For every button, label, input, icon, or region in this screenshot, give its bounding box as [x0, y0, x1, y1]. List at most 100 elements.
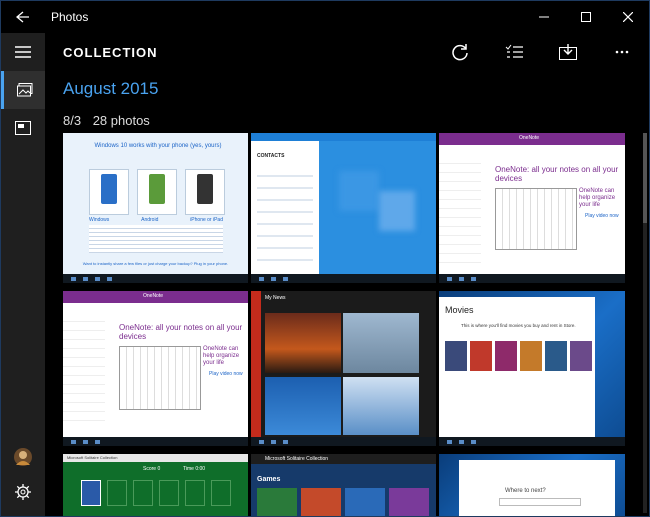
tile-title: Windows 10 works with your phone (yes, y…	[94, 143, 222, 149]
taskbar	[439, 437, 625, 446]
photo-thumbnail[interactable]: My News	[251, 291, 436, 446]
movies-window: Movies This is where you'll find movies …	[439, 297, 595, 437]
solitaire-title: Microsoft Solitaire Collection	[265, 456, 329, 462]
news-image	[343, 313, 419, 373]
movie-posters	[445, 341, 592, 371]
platform-label: Android	[141, 217, 159, 223]
date-label: 8/3	[63, 113, 82, 128]
month-heading: August 2015	[63, 79, 159, 98]
news-image	[265, 377, 341, 435]
import-icon	[559, 44, 577, 60]
photo-thumbnail[interactable]: CONTACTS	[251, 133, 436, 283]
hamburger-menu-button[interactable]	[1, 33, 45, 71]
edge-prompt: Where to next?	[505, 488, 546, 494]
collection-content: August 2015 8/3 28 photos Windows 10 wor…	[45, 71, 649, 516]
maximize-button[interactable]	[565, 1, 607, 33]
platform-label: Windows	[89, 217, 110, 223]
game-tiles	[257, 488, 429, 516]
platform-labels: Windows Android iPhone or iPad	[89, 217, 223, 223]
photo-thumbnail[interactable]: Microsoft Solitaire Collection Score 0 T…	[63, 454, 248, 516]
minimize-icon	[539, 16, 549, 18]
play-video-link: Play video now	[585, 213, 619, 219]
solitaire-score: Score 0	[143, 466, 161, 472]
contact-list	[257, 165, 313, 265]
solitaire-title: Microsoft Solitaire Collection	[67, 455, 118, 460]
minimize-button[interactable]	[523, 1, 565, 33]
blurred-area	[319, 141, 436, 275]
news-sidebar	[251, 291, 261, 446]
sketch-illustration	[495, 188, 577, 250]
card-slots	[81, 480, 231, 506]
onenote-headline: OneNote: all your notes on all your devi…	[119, 323, 243, 341]
scrollbar-thumb[interactable]	[643, 133, 647, 223]
platform-label: iPhone or iPad	[190, 217, 223, 223]
scrollbar[interactable]	[643, 133, 647, 513]
collection-icon	[16, 83, 32, 97]
edge-window: Where to next?	[459, 460, 615, 516]
refresh-icon	[452, 44, 468, 61]
photo-thumbnail[interactable]: OneNote OneNote: all your notes on all y…	[439, 133, 625, 283]
sketch-illustration	[119, 346, 201, 410]
checklist-icon	[505, 44, 523, 58]
phone-card	[185, 169, 225, 215]
back-arrow-icon	[16, 11, 29, 23]
body-text	[89, 225, 223, 253]
onenote-app-name: OneNote	[143, 293, 164, 299]
taskbar	[63, 437, 248, 446]
news-app-name: My News	[265, 295, 286, 301]
sidebar	[1, 33, 45, 516]
albums-icon	[15, 121, 31, 135]
page-list	[63, 313, 105, 423]
photo-thumbnail[interactable]: Where to next?	[439, 454, 625, 516]
photos-window: Photos COLLECTION August 2015 8/3 28 pho…	[0, 0, 650, 517]
photo-count: 28 photos	[92, 113, 150, 128]
sidebar-item-albums[interactable]	[1, 109, 45, 147]
taskbar	[251, 274, 436, 283]
import-button[interactable]	[541, 33, 595, 71]
phone-card	[137, 169, 177, 215]
date-group-header: 8/3 28 photos	[63, 113, 158, 128]
collection-header: COLLECTION	[45, 33, 649, 71]
refresh-button[interactable]	[433, 33, 487, 71]
hamburger-icon	[15, 46, 31, 58]
select-button[interactable]	[487, 33, 541, 71]
avatar	[14, 448, 32, 466]
sidebar-item-account[interactable]	[1, 438, 45, 476]
maximize-icon	[581, 12, 591, 22]
photo-thumbnail[interactable]: OneNote OneNote: all your notes on all y…	[63, 291, 248, 446]
people-header: CONTACTS	[257, 153, 285, 159]
tile-footer: Want to instantly share a few files or j…	[82, 261, 229, 266]
more-icon	[615, 50, 629, 54]
title-bar: Photos	[1, 1, 649, 33]
taskbar	[251, 437, 436, 446]
onenote-app-name: OneNote	[519, 135, 540, 141]
taskbar	[63, 274, 248, 283]
app-title: Photos	[51, 10, 89, 24]
onenote-subtext: OneNote can help organize your life	[203, 346, 240, 366]
movies-heading: Movies	[445, 305, 474, 315]
close-icon	[623, 12, 633, 22]
edge-address-box	[499, 498, 581, 506]
onenote-subtext: OneNote can help organize your life	[579, 188, 616, 208]
gear-icon	[15, 484, 31, 500]
photo-thumbnail[interactable]: Movies This is where you'll find movies …	[439, 291, 625, 446]
more-options-button[interactable]	[595, 33, 649, 71]
onenote-headline: OneNote: all your notes on all your devi…	[495, 165, 619, 183]
taskbar	[439, 274, 625, 283]
page-title: COLLECTION	[63, 44, 158, 60]
people-app-window: CONTACTS	[251, 141, 319, 275]
news-image	[265, 313, 341, 373]
settings-button[interactable]	[1, 473, 45, 511]
movies-text: This is where you'll find movies you buy…	[461, 323, 576, 328]
back-button[interactable]	[1, 1, 45, 33]
play-video-link: Play video now	[209, 371, 243, 377]
sidebar-item-collection[interactable]	[1, 71, 45, 109]
photo-thumbnail[interactable]: Microsoft Solitaire Collection Games	[251, 454, 436, 516]
photo-thumbnail[interactable]: Windows 10 works with your phone (yes, y…	[63, 133, 248, 283]
solitaire-time: Time 0:00	[183, 466, 206, 472]
page-list	[439, 155, 481, 265]
close-button[interactable]	[607, 1, 649, 33]
phone-card	[89, 169, 129, 215]
games-section: Games	[257, 476, 281, 483]
news-image	[343, 377, 419, 435]
